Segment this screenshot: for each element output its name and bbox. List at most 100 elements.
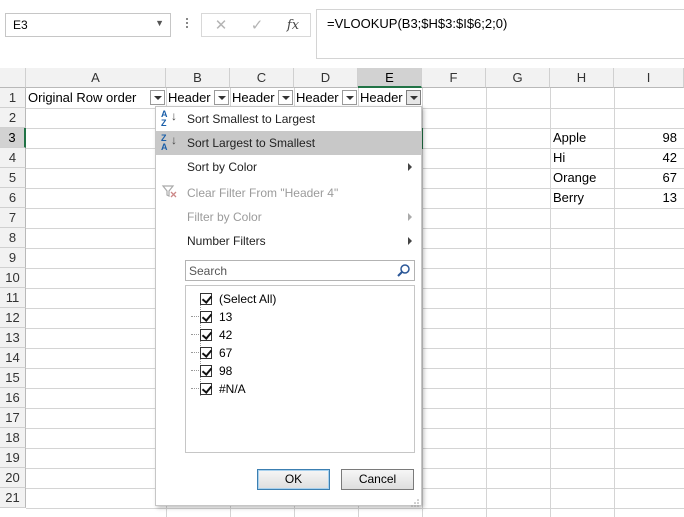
row-header-13[interactable]: 13 (0, 328, 26, 348)
cell-i6[interactable]: 13 (614, 188, 684, 208)
row-header-19[interactable]: 19 (0, 448, 26, 468)
menu-sort-descending[interactable]: Z A ↓ Sort Largest to Smallest (156, 131, 421, 155)
sort-ascending-icon: A Z ↓ (161, 109, 177, 128)
checkbox-checked[interactable] (200, 293, 212, 305)
list-item-select-all[interactable]: (Select All) (186, 290, 412, 308)
grip-icon[interactable] (184, 16, 190, 34)
column-header-i[interactable]: I (614, 68, 684, 88)
column-header-f[interactable]: F (422, 68, 486, 88)
cell-h4[interactable]: Hi (553, 148, 613, 168)
row-header-8[interactable]: 8 (0, 228, 26, 248)
cancel-button[interactable]: Cancel (341, 469, 414, 490)
column-header-g[interactable]: G (486, 68, 550, 88)
filter-search-input[interactable]: Search (185, 260, 415, 281)
tree-connector (191, 316, 199, 317)
cell-i4[interactable]: 42 (614, 148, 684, 168)
menu-sort-ascending[interactable]: A Z ↓ Sort Smallest to Largest (156, 107, 421, 131)
row-header-11[interactable]: 11 (0, 288, 26, 308)
row-header-7[interactable]: 7 (0, 208, 26, 228)
list-item[interactable]: #N/A (186, 380, 412, 398)
filter-values-list[interactable]: (Select All) 13 42 67 98 #N/A (185, 285, 415, 453)
submenu-arrow-icon (408, 237, 412, 245)
insert-function-icon[interactable]: fx (278, 15, 308, 37)
tree-connector (191, 352, 199, 353)
menu-item-label: Sort Largest to Smallest (187, 136, 316, 150)
row-header-21[interactable]: 21 (0, 488, 26, 508)
column-header-h[interactable]: H (550, 68, 614, 88)
column-header-d[interactable]: D (294, 68, 358, 88)
clear-filter-icon (161, 183, 179, 203)
formula-bar: E3 ▼ ✕ ✓ fx =VLOOKUP(B3;$H$3:$I$6;2;0) (0, 0, 684, 68)
list-item-label: 42 (219, 328, 233, 342)
search-icon (397, 263, 411, 277)
resize-grip-icon[interactable] (411, 495, 419, 507)
submenu-arrow-icon (408, 163, 412, 171)
list-item-label: #N/A (219, 382, 246, 396)
row-header-20[interactable]: 20 (0, 468, 26, 488)
list-item[interactable]: 67 (186, 344, 412, 362)
row-header-10[interactable]: 10 (0, 268, 26, 288)
row-header-18[interactable]: 18 (0, 428, 26, 448)
list-item[interactable]: 13 (186, 308, 412, 326)
column-header-b[interactable]: B (166, 68, 230, 88)
menu-clear-filter[interactable]: Clear Filter From "Header 4" (156, 181, 421, 205)
column-header-c[interactable]: C (230, 68, 294, 88)
menu-item-label: Sort Smallest to Largest (187, 112, 316, 126)
cell-h5[interactable]: Orange (553, 168, 613, 188)
row-header-3[interactable]: 3 (0, 128, 26, 148)
cell-i5[interactable]: 67 (614, 168, 684, 188)
enter-icon[interactable]: ✓ (242, 15, 272, 37)
row-header-14[interactable]: 14 (0, 348, 26, 368)
checkbox-checked[interactable] (200, 311, 212, 323)
cell-c1[interactable]: Header (232, 88, 278, 108)
gridline (486, 88, 487, 517)
name-box[interactable]: E3 ▼ (5, 13, 171, 37)
filter-button-d[interactable] (342, 90, 357, 105)
list-item-label: 67 (219, 346, 233, 360)
cell-b1[interactable]: Header (168, 88, 214, 108)
menu-item-label: Filter by Color (187, 210, 262, 224)
row-header-4[interactable]: 4 (0, 148, 26, 168)
checkbox-checked[interactable] (200, 365, 212, 377)
row-header-2[interactable]: 2 (0, 108, 26, 128)
filter-button-b[interactable] (214, 90, 229, 105)
cancel-icon[interactable]: ✕ (206, 15, 236, 37)
menu-filter-by-color[interactable]: Filter by Color (156, 205, 421, 229)
filter-button-e[interactable] (406, 90, 421, 105)
row-header-17[interactable]: 17 (0, 408, 26, 428)
cell-e1[interactable]: Header (360, 88, 406, 108)
gridline (550, 88, 551, 517)
checkbox-checked[interactable] (200, 347, 212, 359)
select-all-corner[interactable] (0, 68, 26, 88)
chevron-down-icon[interactable]: ▼ (155, 18, 164, 28)
row-header-1[interactable]: 1 (0, 88, 26, 108)
cell-i3[interactable]: 98 (614, 128, 684, 148)
cell-a1[interactable]: Original Row order (28, 88, 150, 108)
formula-input[interactable]: =VLOOKUP(B3;$H$3:$I$6;2;0) (316, 9, 684, 59)
checkbox-checked[interactable] (200, 383, 212, 395)
name-box-value: E3 (13, 18, 28, 32)
menu-sort-by-color[interactable]: Sort by Color (156, 155, 421, 179)
cell-h3[interactable]: Apple (553, 128, 613, 148)
sort-descending-icon: Z A ↓ (161, 133, 177, 152)
filter-button-c[interactable] (278, 90, 293, 105)
column-header-e[interactable]: E (358, 68, 422, 88)
list-item[interactable]: 98 (186, 362, 412, 380)
row-header-16[interactable]: 16 (0, 388, 26, 408)
row-header-9[interactable]: 9 (0, 248, 26, 268)
row-header-5[interactable]: 5 (0, 168, 26, 188)
cell-h6[interactable]: Berry (553, 188, 613, 208)
checkbox-checked[interactable] (200, 329, 212, 341)
column-header-a[interactable]: A (26, 68, 166, 88)
row-header-6[interactable]: 6 (0, 188, 26, 208)
row-header-12[interactable]: 12 (0, 308, 26, 328)
ok-button[interactable]: OK (257, 469, 330, 490)
menu-number-filters[interactable]: Number Filters (156, 229, 421, 253)
search-placeholder: Search (189, 264, 228, 278)
row-header-15[interactable]: 15 (0, 368, 26, 388)
cell-d1[interactable]: Header (296, 88, 342, 108)
formula-text: =VLOOKUP(B3;$H$3:$I$6;2;0) (327, 16, 508, 31)
filter-button-a[interactable] (150, 90, 165, 105)
gridline (26, 508, 684, 509)
list-item[interactable]: 42 (186, 326, 412, 344)
